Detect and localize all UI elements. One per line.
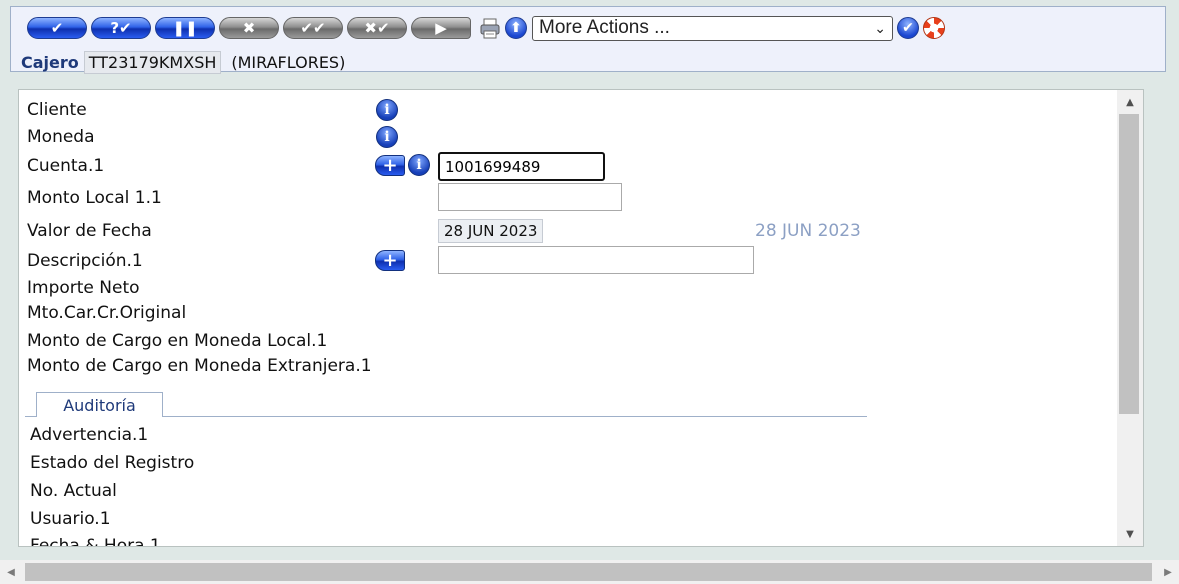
check-icon: ✔ <box>50 19 64 37</box>
label-importe-neto: Importe Neto <box>27 278 140 298</box>
validate-icon: ?✔ <box>110 19 132 37</box>
horizontal-scrollbar[interactable]: ◀ ▶ <box>0 560 1179 584</box>
go-icon[interactable]: ✔ <box>897 17 919 39</box>
valor-fecha-field[interactable]: 28 JUN 2023 <box>438 219 544 243</box>
pause-icon: ❚❚ <box>172 19 198 37</box>
vertical-scroll-thumb[interactable] <box>1119 114 1139 414</box>
reverse-icon: ✖✔ <box>364 19 390 37</box>
label-advertencia: Advertencia.1 <box>30 425 149 445</box>
next-icon: ▶ <box>435 19 447 37</box>
more-actions-select[interactable]: More Actions ... ⌄ <box>532 15 893 41</box>
plus-glyph: + <box>382 249 398 271</box>
authorise-icon: ✔✔ <box>300 19 326 37</box>
upload-icon[interactable]: ⬆ <box>505 17 527 39</box>
scroll-right-icon[interactable]: ▶ <box>1157 560 1179 584</box>
label-moneda: Moneda <box>27 127 95 147</box>
transaction-form: Cliente i Moneda i Cuenta.1 + i Monto Lo… <box>18 89 1144 547</box>
label-cliente: Cliente <box>27 100 87 120</box>
horizontal-scroll-thumb[interactable] <box>25 563 1152 581</box>
toolbar: ✔ ?✔ ❚❚ ✖ ✔✔ ✖✔ ▶ ⬆ More Actions ... ⌄ ✔ <box>27 15 945 41</box>
delete-button[interactable]: ✖ <box>219 17 279 39</box>
help-lifebuoy-icon[interactable] <box>923 17 945 39</box>
cashier-id: TT23179KMXSH <box>83 51 222 74</box>
info-glyph: i <box>384 129 390 145</box>
monto-local-input[interactable] <box>438 183 622 211</box>
vertical-scrollbar[interactable]: ▲ ▼ <box>1117 90 1143 546</box>
plus-glyph: + <box>382 154 398 176</box>
scroll-up-icon[interactable]: ▲ <box>1117 92 1143 112</box>
expand-plus-icon[interactable]: + <box>375 155 405 176</box>
commit-button[interactable]: ✔ <box>27 17 87 39</box>
descripcion-input[interactable] <box>438 246 754 274</box>
hold-button[interactable]: ❚❚ <box>155 17 215 39</box>
reverse-button[interactable]: ✖✔ <box>347 17 407 39</box>
chevron-down-icon: ⌄ <box>874 19 886 36</box>
info-icon[interactable]: i <box>376 126 398 148</box>
next-button[interactable]: ▶ <box>411 17 471 39</box>
label-cuenta: Cuenta.1 <box>27 156 105 176</box>
cashier-label: Cajero <box>21 53 79 72</box>
authorise-button[interactable]: ✔✔ <box>283 17 343 39</box>
label-mto-car: Mto.Car.Cr.Original <box>27 303 187 323</box>
info-glyph: i <box>384 102 390 118</box>
tab-auditoria[interactable]: Auditoría <box>36 392 163 417</box>
validate-button[interactable]: ?✔ <box>91 17 151 39</box>
cashier-branch: (MIRAFLORES) <box>231 53 346 72</box>
go-glyph: ✔ <box>902 20 914 36</box>
scroll-left-icon[interactable]: ◀ <box>0 560 22 584</box>
valor-fecha-display: 28 JUN 2023 <box>755 221 861 241</box>
more-actions-value: More Actions ... <box>539 17 670 38</box>
label-no-actual: No. Actual <box>30 481 117 501</box>
delete-icon: ✖ <box>242 19 256 37</box>
label-valor-fecha: Valor de Fecha <box>27 221 152 241</box>
label-monto-local: Monto Local 1.1 <box>27 188 162 208</box>
cashier-row: Cajero TT23179KMXSH (MIRAFLORES) <box>21 51 345 74</box>
print-icon[interactable] <box>479 17 501 39</box>
info-icon[interactable]: i <box>408 154 430 176</box>
toolbar-panel: ✔ ?✔ ❚❚ ✖ ✔✔ ✖✔ ▶ ⬆ More Actions ... ⌄ ✔… <box>10 6 1166 74</box>
label-usuario: Usuario.1 <box>30 509 111 529</box>
label-fecha-hora: Fecha & Hora.1 <box>30 536 161 547</box>
label-cargo-extranjera: Monto de Cargo en Moneda Extranjera.1 <box>27 356 372 376</box>
info-icon[interactable]: i <box>376 99 398 121</box>
info-glyph: i <box>416 157 422 173</box>
expand-plus-icon[interactable]: + <box>375 250 405 271</box>
label-descripcion: Descripción.1 <box>27 251 143 271</box>
scroll-down-icon[interactable]: ▼ <box>1117 524 1143 544</box>
upload-glyph: ⬆ <box>510 20 522 36</box>
label-cargo-local: Monto de Cargo en Moneda Local.1 <box>27 331 328 351</box>
cuenta-input[interactable] <box>438 152 605 181</box>
label-estado: Estado del Registro <box>30 453 195 473</box>
